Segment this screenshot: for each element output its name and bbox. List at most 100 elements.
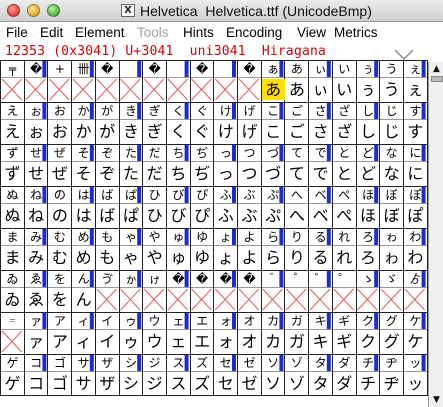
glyph-cell[interactable]: ゴ xyxy=(48,373,71,394)
glyph-cell[interactable]: そ xyxy=(72,163,95,184)
glyph-cell[interactable]: つ xyxy=(238,163,261,184)
glyph-cell[interactable]: う xyxy=(380,79,403,100)
glyph-cell[interactable]: げ xyxy=(238,121,261,142)
glyph-cell[interactable] xyxy=(357,289,380,310)
glyph-cell[interactable]: ふ xyxy=(214,205,237,226)
glyph-cell[interactable] xyxy=(285,289,308,310)
glyph-cell[interactable]: ろ xyxy=(357,247,380,268)
glyph-cell[interactable]: へ xyxy=(285,205,308,226)
glyph-cell[interactable]: ス xyxy=(167,373,190,394)
glyph-cell[interactable]: ぎ xyxy=(143,121,166,142)
glyph-cell[interactable]: ぷ xyxy=(262,205,285,226)
glyph-cell[interactable]: い xyxy=(333,79,356,100)
glyph-cell[interactable]: ザ xyxy=(96,373,119,394)
glyph-cell[interactable]: セ xyxy=(214,373,237,394)
glyph-cell[interactable]: ぼ xyxy=(380,205,403,226)
glyph-cell[interactable]: ゐ xyxy=(1,289,24,310)
glyph-cell[interactable]: ぉ xyxy=(25,121,48,142)
glyph-cell[interactable] xyxy=(404,289,427,310)
glyph-cell[interactable]: び xyxy=(167,205,190,226)
glyph-cell[interactable]: よ xyxy=(238,247,261,268)
menu-edit[interactable]: Edit xyxy=(40,25,63,40)
glyph-cell[interactable] xyxy=(262,289,285,310)
glyph-cell[interactable]: ゑ xyxy=(25,289,48,310)
glyph-cell[interactable] xyxy=(72,79,95,100)
glyph-cell[interactable] xyxy=(143,79,166,100)
glyph-cell[interactable]: ォ xyxy=(214,331,237,352)
glyph-cell[interactable]: ぇ xyxy=(404,79,427,100)
glyph-cell[interactable]: ク xyxy=(357,331,380,352)
glyph-cell[interactable]: ぢ xyxy=(191,163,214,184)
glyph-cell[interactable]: ゼ xyxy=(238,373,261,394)
glyph-cell[interactable]: ご xyxy=(285,121,308,142)
glyph-cell[interactable]: ダ xyxy=(333,373,356,394)
glyph-cell[interactable]: に xyxy=(404,163,427,184)
glyph-cell[interactable]: エ xyxy=(191,331,214,352)
glyph-cell[interactable] xyxy=(96,289,119,310)
glyph-cell[interactable]: ウ xyxy=(143,331,166,352)
glyph-cell[interactable]: じ xyxy=(380,121,403,142)
vertical-scrollbar[interactable]: ▲ ▼ xyxy=(428,62,443,407)
glyph-cell[interactable] xyxy=(380,289,403,310)
glyph-cell[interactable] xyxy=(238,289,261,310)
glyph-cell[interactable] xyxy=(214,79,237,100)
glyph-cell[interactable]: ゅ xyxy=(167,247,190,268)
glyph-cell[interactable]: ぜ xyxy=(48,163,71,184)
glyph-cell[interactable]: ェ xyxy=(167,331,190,352)
glyph-cell[interactable]: ぴ xyxy=(191,205,214,226)
glyph-cell[interactable]: ぶ xyxy=(238,205,261,226)
glyph-cell[interactable]: ぅ xyxy=(357,79,380,100)
glyph-cell[interactable]: ケ xyxy=(404,331,427,352)
glyph-cell[interactable]: ぬ xyxy=(1,205,24,226)
glyph-cell[interactable]: ッ xyxy=(404,373,427,394)
glyph-cell[interactable]: え xyxy=(1,121,24,142)
minimize-button[interactable] xyxy=(27,4,40,17)
glyph-cell[interactable]: づ xyxy=(262,163,285,184)
glyph-cell[interactable]: は xyxy=(72,205,95,226)
glyph-cell[interactable]: ね xyxy=(25,205,48,226)
glyph-cell[interactable]: ゾ xyxy=(285,373,308,394)
glyph-cell[interactable] xyxy=(333,289,356,310)
glyph-cell[interactable]: グ xyxy=(380,331,403,352)
glyph-cell[interactable]: く xyxy=(167,121,190,142)
glyph-cell[interactable] xyxy=(191,289,214,310)
glyph-cell[interactable]: り xyxy=(285,247,308,268)
glyph-cell[interactable] xyxy=(120,289,143,310)
glyph-cell[interactable] xyxy=(143,289,166,310)
glyph-cell[interactable]: み xyxy=(25,247,48,268)
menu-hints[interactable]: Hints xyxy=(183,25,214,40)
glyph-cell[interactable]: キ xyxy=(309,331,332,352)
glyph-cell[interactable]: ぞ xyxy=(96,163,119,184)
glyph-cell[interactable]: ァ xyxy=(25,331,48,352)
glyph-cell[interactable]: お xyxy=(48,121,71,142)
glyph-cell[interactable]: け xyxy=(214,121,237,142)
glyph-cell[interactable] xyxy=(238,79,261,100)
glyph-cell[interactable]: と xyxy=(333,163,356,184)
glyph-cell[interactable]: ア xyxy=(48,331,71,352)
glyph-cell[interactable]: ら xyxy=(262,247,285,268)
glyph-cell[interactable]: ヂ xyxy=(380,373,403,394)
menu-encoding[interactable]: Encoding xyxy=(226,25,282,40)
glyph-cell[interactable]: ズ xyxy=(191,373,214,394)
glyph-cell[interactable]: れ xyxy=(333,247,356,268)
glyph-cell[interactable]: む xyxy=(48,247,71,268)
glyph-cell[interactable]: ひ xyxy=(143,205,166,226)
glyph-cell[interactable] xyxy=(1,331,24,352)
glyph-cell[interactable]: ば xyxy=(96,205,119,226)
glyph-cell[interactable]: し xyxy=(357,121,380,142)
glyph-cell[interactable]: べ xyxy=(309,205,332,226)
glyph-cell[interactable]: ソ xyxy=(262,373,285,394)
glyph-cell[interactable]: ゥ xyxy=(120,331,143,352)
glyph-cell[interactable]: る xyxy=(309,247,332,268)
glyph-cell[interactable]: ん xyxy=(72,289,95,310)
glyph-cell[interactable]: ず xyxy=(1,163,24,184)
glyph-cell[interactable] xyxy=(309,289,332,310)
menu-tools[interactable]: Tools xyxy=(137,25,169,40)
glyph-cell[interactable]: ざ xyxy=(333,121,356,142)
glyph-cell[interactable]: も xyxy=(96,247,119,268)
glyph-cell[interactable]: め xyxy=(72,247,95,268)
glyph-cell[interactable] xyxy=(167,289,190,310)
glyph-cell[interactable]: ち xyxy=(167,163,190,184)
glyph-cell[interactable]: が xyxy=(96,121,119,142)
glyph-cell[interactable]: を xyxy=(48,289,71,310)
